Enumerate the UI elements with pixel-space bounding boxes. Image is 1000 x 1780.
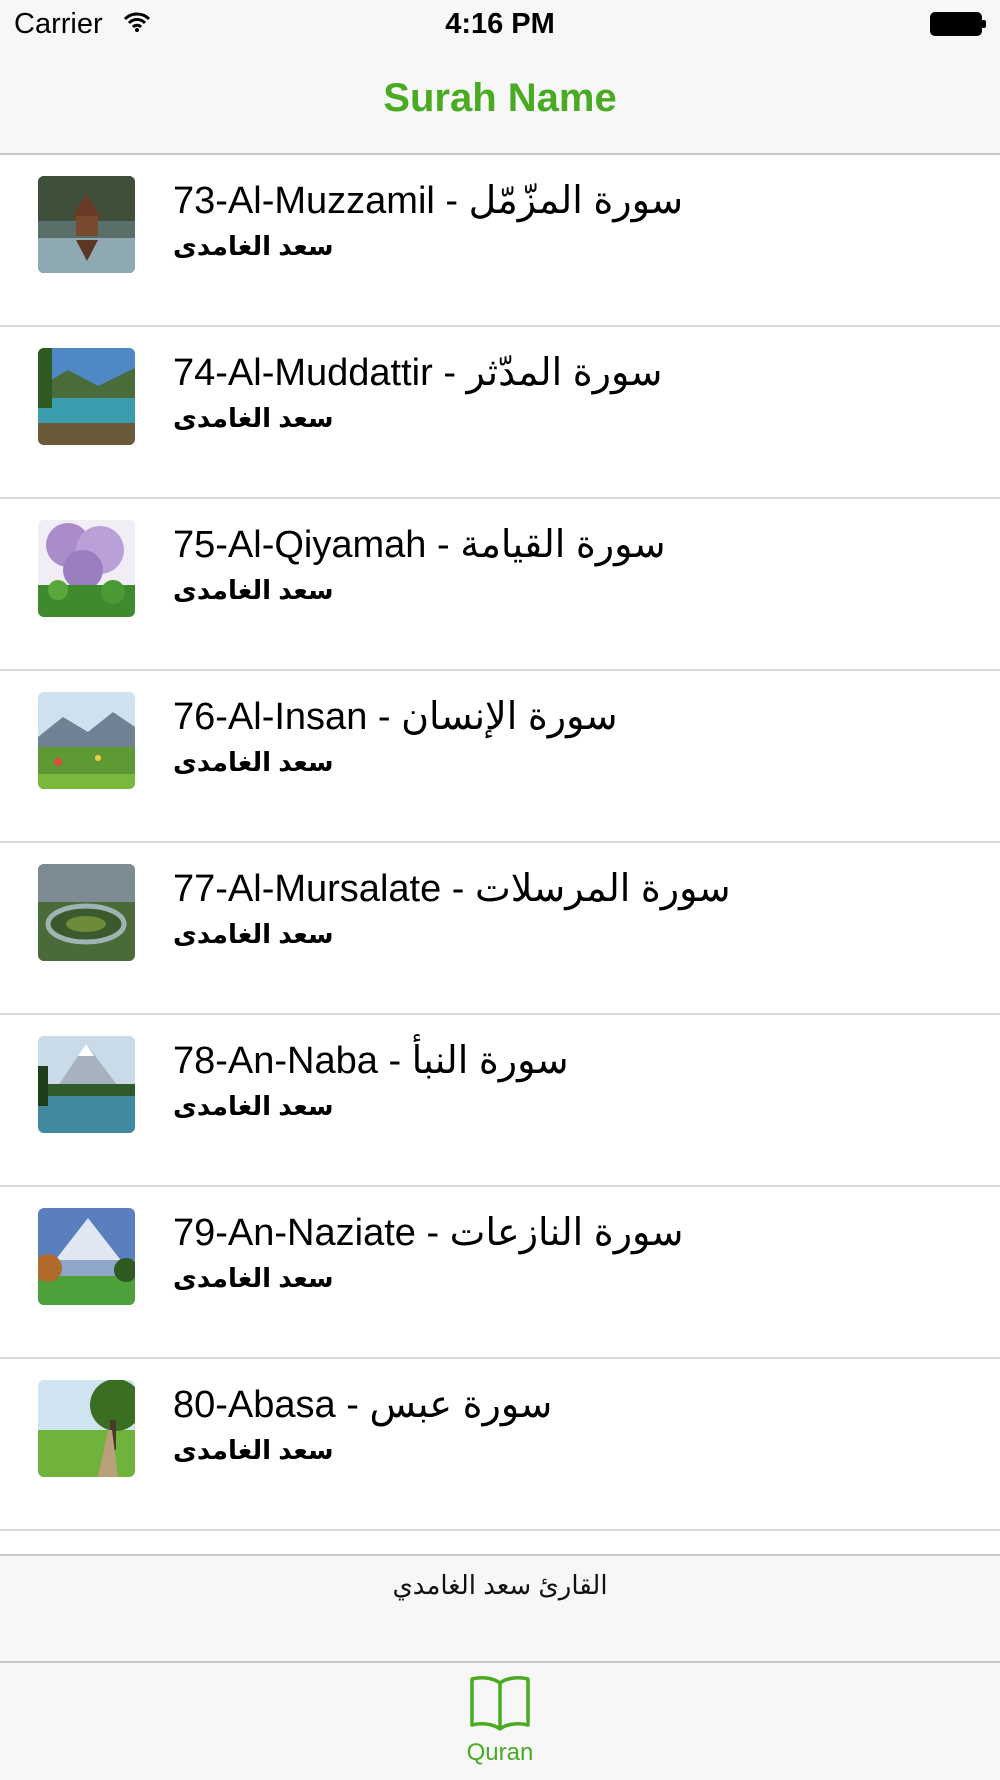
reciter-name: سعد الغامدى	[173, 919, 334, 949]
surah-thumbnail	[38, 176, 135, 273]
surah-row-75[interactable]: 75-Al-Qiyamah - سورة القيامة سعد الغامدى	[0, 499, 1000, 671]
surah-thumbnail	[38, 520, 135, 617]
surah-thumbnail	[38, 1208, 135, 1305]
surah-title: 74-Al-Muddattir - سورة المدّثر	[173, 352, 663, 394]
surah-thumbnail	[38, 1380, 135, 1477]
surah-title: 73-Al-Muzzamil - سورة المزّمّل	[173, 180, 684, 222]
tab-label: Quran	[466, 1739, 534, 1766]
page-title: Surah Name	[383, 76, 617, 120]
surah-thumbnail	[38, 1036, 135, 1133]
reciter-footer: القارئ سعد الغامدي	[0, 1554, 1000, 1663]
surah-row-80[interactable]: 80-Abasa - سورة عبس سعد الغامدى	[0, 1359, 1000, 1531]
battery-icon	[930, 12, 986, 36]
surah-title: 75-Al-Qiyamah - سورة القيامة	[173, 524, 666, 566]
tab-quran[interactable]: Quran	[440, 1673, 560, 1773]
surah-thumbnail	[38, 692, 135, 789]
reciter-name: سعد الغامدى	[173, 1091, 334, 1121]
surah-title: 76-Al-Insan - سورة الإنسان	[173, 696, 618, 738]
surah-row-partial[interactable]	[0, 1531, 1000, 1554]
tab-bar: Quran	[0, 1661, 1000, 1780]
surah-row-76[interactable]: 76-Al-Insan - سورة الإنسان سعد الغامدى	[0, 671, 1000, 843]
navigation-bar: Surah Name	[0, 52, 1000, 155]
status-time: 4:16 PM	[445, 8, 555, 40]
reciter-name: سعد الغامدى	[173, 231, 334, 261]
reciter-name: سعد الغامدى	[173, 575, 334, 605]
surah-row-79[interactable]: 79-An-Naziate - سورة النازعات سعد الغامد…	[0, 1187, 1000, 1359]
surah-title: 79-An-Naziate - سورة النازعات	[173, 1212, 684, 1254]
book-icon	[468, 1673, 532, 1738]
surah-row-74[interactable]: 74-Al-Muddattir - سورة المدّثر سعد الغام…	[0, 327, 1000, 499]
footer-reciter-label: القارئ سعد الغامدي	[392, 1570, 608, 1600]
surah-row-73[interactable]: 73-Al-Muzzamil - سورة المزّمّل سعد الغام…	[0, 155, 1000, 327]
surah-row-78[interactable]: 78-An-Naba - سورة النبأ سعد الغامدى	[0, 1015, 1000, 1187]
status-bar: Carrier 4:16 PM	[0, 0, 1000, 52]
surah-thumbnail	[38, 348, 135, 445]
reciter-name: سعد الغامدى	[173, 747, 334, 777]
surah-title: 77-Al-Mursalate - سورة المرسلات	[173, 868, 731, 910]
reciter-name: سعد الغامدى	[173, 1435, 334, 1465]
surah-title: 80-Abasa - سورة عبس	[173, 1384, 553, 1426]
surah-title: 78-An-Naba - سورة النبأ	[173, 1040, 569, 1082]
reciter-name: سعد الغامدى	[173, 1263, 334, 1293]
surah-row-77[interactable]: 77-Al-Mursalate - سورة المرسلات سعد الغا…	[0, 843, 1000, 1015]
surah-thumbnail	[38, 864, 135, 961]
surah-list[interactable]: 73-Al-Muzzamil - سورة المزّمّل سعد الغام…	[0, 155, 1000, 1554]
reciter-name: سعد الغامدى	[173, 403, 334, 433]
